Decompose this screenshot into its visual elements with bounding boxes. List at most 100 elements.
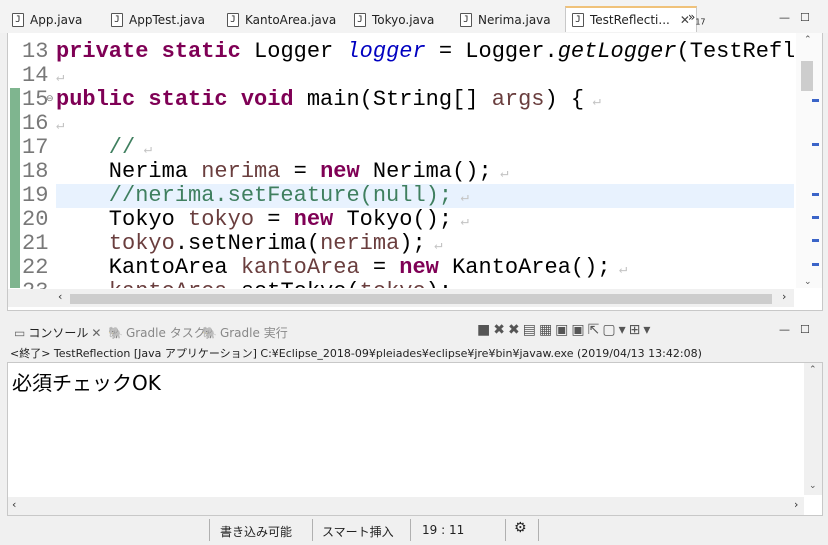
open-console-icon[interactable]: ⊞▾ (629, 322, 654, 338)
line-number: 16 (22, 111, 49, 136)
ruler-marker[interactable] (812, 143, 819, 146)
maximize-icon[interactable]: ☐ (800, 323, 810, 336)
terminate-icon[interactable]: ■ (477, 322, 493, 338)
line-number: 17 (22, 135, 49, 160)
tab-console[interactable]: ▭ コンソール ✕ (11, 324, 104, 341)
line-number: 18 (22, 159, 49, 184)
code-line[interactable]: Nerima nerima = new Nerima(); ↵ (56, 160, 794, 184)
newline-whitespace-marker: ↵ (56, 118, 65, 134)
code-line[interactable]: KantoArea kantoArea = new KantoArea(); ↵ (56, 256, 794, 280)
code-token: (TestRefle (676, 39, 794, 64)
show-stderr-icon[interactable]: ▣ (571, 322, 587, 338)
line-number: 20 (22, 207, 49, 232)
scroll-right-icon[interactable]: › (794, 498, 798, 511)
java-file-icon: J (572, 13, 584, 27)
code-line[interactable]: ↵ (56, 112, 794, 136)
line-number: 13 (22, 39, 49, 64)
code-token: nerima (201, 159, 281, 184)
code-token: = (280, 159, 321, 184)
tab-apptest-java[interactable]: J AppTest.java (111, 8, 205, 32)
code-token: kantoArea (240, 255, 360, 280)
vertical-scroll-thumb[interactable] (801, 61, 813, 91)
newline-whitespace-marker: ↵ (56, 33, 64, 38)
word-wrap-icon[interactable]: ▦ (539, 322, 555, 338)
tab-app-java[interactable]: J App.java (12, 8, 82, 32)
console-horizontal-scrollbar[interactable]: ‹ › (8, 497, 804, 515)
close-tab-icon[interactable]: ✕ (91, 326, 101, 340)
maximize-icon[interactable]: ☐ (800, 11, 810, 24)
fold-collapse-icon[interactable]: ⊖ (46, 94, 54, 104)
line-number: 15 (22, 87, 49, 112)
ruler-marker[interactable] (812, 216, 819, 219)
tab-tokyo-java[interactable]: J Tokyo.java (354, 8, 434, 32)
ruler-marker[interactable] (812, 99, 819, 102)
display-console-icon[interactable]: ▢▾ (602, 322, 628, 338)
code-token: Nerima(); (372, 159, 492, 184)
code-editor[interactable]: 121314151617181920212223 ⊖ ↵private stat… (7, 33, 823, 311)
console-vertical-scrollbar[interactable]: ⌃ ⌄ (804, 363, 822, 495)
code-line[interactable]: Tokyo tokyo = new Tokyo(); ↵ (56, 208, 794, 232)
code-token: Tokyo(); (346, 207, 453, 232)
pin-console-icon[interactable]: ⇱ (588, 322, 603, 338)
ruler-marker[interactable] (812, 193, 819, 196)
scroll-up-icon[interactable]: ⌃ (809, 365, 817, 375)
gradle-icon: 🐘 (108, 325, 123, 340)
code-token: = (359, 255, 400, 280)
tab-overflow-button[interactable]: »17 (688, 10, 706, 26)
code-line[interactable]: public static void main(String[] args) {… (56, 88, 794, 112)
ruler-marker[interactable] (812, 239, 819, 242)
code-line[interactable]: // ↵ (56, 136, 794, 160)
horizontal-scroll-thumb[interactable] (70, 294, 772, 304)
newline-whitespace-marker: ↵ (452, 214, 469, 230)
minimize-icon[interactable]: — (779, 323, 790, 336)
scroll-left-icon[interactable]: ‹ (12, 498, 16, 511)
tab-kantoarea-java[interactable]: J KantoArea.java (227, 8, 336, 32)
scroll-lock-icon[interactable]: ▤ (523, 322, 539, 338)
console-toolbar: ■✖✖▤▦▣▣⇱▢▾⊞▾ (477, 322, 653, 338)
show-stdout-icon[interactable]: ▣ (555, 322, 571, 338)
code-token: ); (426, 279, 452, 289)
code-token: ); (399, 231, 426, 256)
code-line[interactable]: private static Logger logger = Logger.ge… (56, 40, 794, 64)
scroll-down-icon[interactable]: ⌄ (809, 481, 817, 491)
tab-gradle-tasks[interactable]: 🐘 Gradle タスク (105, 324, 206, 341)
console-tab-bar: ▭ コンソール ✕ 🐘 Gradle タスク 🐘 Gradle 実行 ■✖✖▤▦▣▣⇱▢… (7, 318, 821, 344)
tab-gradle-executions[interactable]: 🐘 Gradle 実行 (199, 324, 288, 341)
progress-icon[interactable]: ⚙ (514, 520, 527, 536)
overview-ruler[interactable]: ⌃ ⌄ (796, 33, 822, 288)
editor-tab-bar: J App.java J AppTest.java J KantoArea.java … (0, 0, 828, 33)
scroll-down-icon[interactable]: ⌄ (804, 277, 812, 287)
scroll-left-icon[interactable]: ‹ (58, 290, 62, 303)
scroll-right-icon[interactable]: › (782, 290, 786, 303)
code-line[interactable]: tokyo.setNerima(nerima); ↵ (56, 232, 794, 256)
minimize-icon[interactable]: — (779, 11, 790, 24)
code-token: = Logger. (425, 39, 558, 64)
ruler-marker[interactable] (812, 263, 819, 266)
java-file-icon: J (111, 13, 123, 27)
code-token: kantoArea (109, 279, 228, 289)
status-divider (312, 519, 313, 541)
code-token: main(String[] (306, 87, 492, 112)
remove-launch-icon[interactable]: ✖ (493, 322, 508, 338)
line-number-gutter: 121314151617181920212223 ⊖ (8, 33, 56, 304)
code-token: tokyo (108, 231, 175, 256)
line-number: 14 (22, 63, 49, 88)
line-number: 19 (22, 183, 49, 208)
code-line[interactable]: ↵ (56, 64, 794, 88)
code-token: Tokyo (56, 207, 189, 232)
horizontal-scrollbar[interactable]: ‹ › (8, 289, 794, 307)
code-token: .setNerima( (174, 231, 321, 256)
scroll-up-icon[interactable]: ⌃ (804, 35, 812, 45)
tab-nerima-java[interactable]: J Nerima.java (460, 8, 551, 32)
newline-whitespace-marker: ↵ (135, 142, 153, 158)
code-area[interactable]: ↵private static Logger logger = Logger.g… (56, 33, 794, 288)
status-insert-mode[interactable]: スマート挿入 (322, 523, 394, 540)
console-output-area[interactable]: 必須チェックOK ⌃ ⌄ ‹ › (7, 362, 823, 516)
current-code-line[interactable]: //nerima.setFeature(null); ↵ (56, 184, 794, 208)
tab-testreflection-java[interactable]: J TestReflecti... ✕ (565, 6, 697, 32)
code-line[interactable]: kantoArea.setTokyo(tokyo); ↵ (56, 279, 794, 289)
remove-all-icon[interactable]: ✖ (508, 322, 523, 338)
code-token: KantoArea(); (452, 255, 611, 280)
